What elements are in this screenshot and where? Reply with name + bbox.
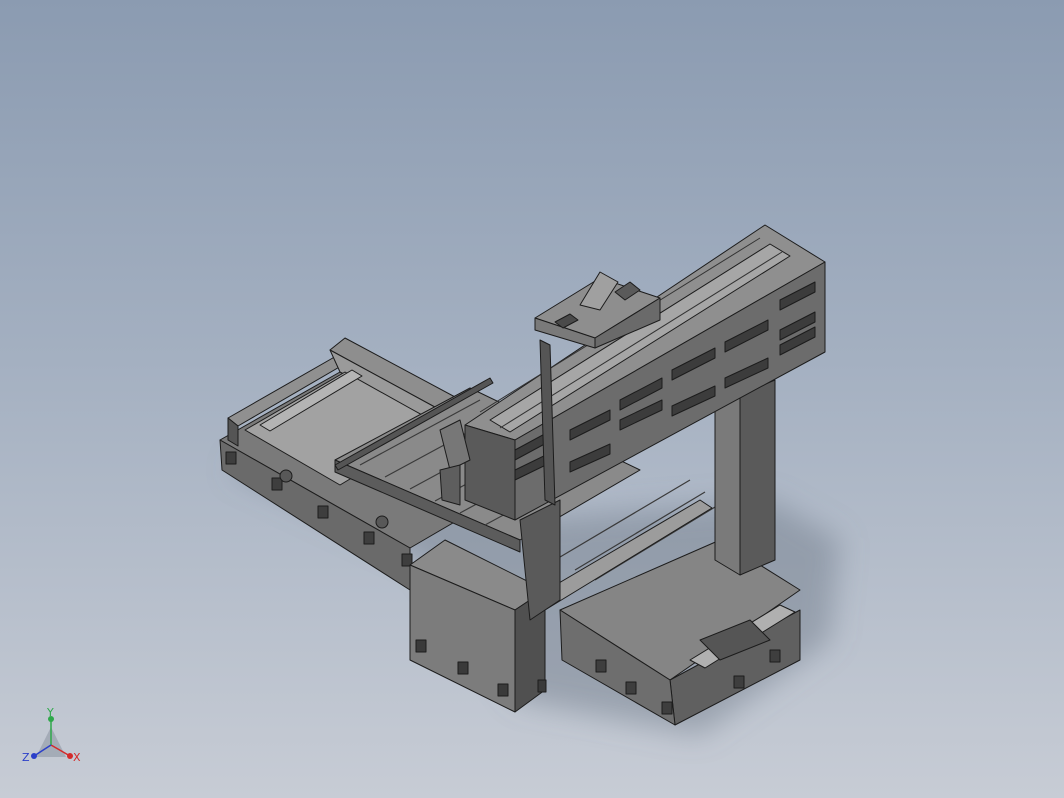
right-column: [714, 379, 776, 576]
gantry-machine-model[interactable]: [219, 224, 840, 735]
graphics-viewport[interactable]: [0, 0, 1064, 798]
